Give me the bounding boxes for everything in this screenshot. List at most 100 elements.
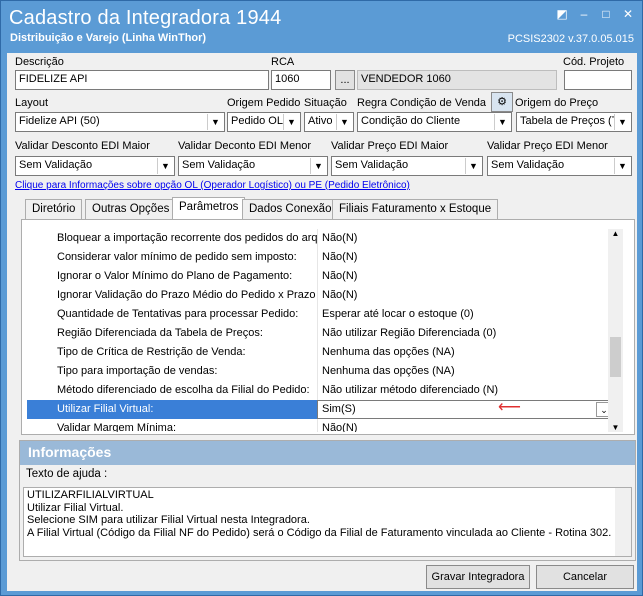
table-row[interactable]: Validar Margem Mínima: Não(N): [27, 419, 614, 432]
situacao-value: Ativo: [308, 115, 333, 127]
origem-pedido-label: Origem Pedido: [227, 97, 301, 109]
chevron-down-icon: ▼: [157, 158, 173, 174]
window-title: Cadastro da Integradora 1944: [9, 7, 282, 29]
chevron-down-icon: ▼: [614, 158, 630, 174]
param-name: Método diferenciado de escolha da Filial…: [57, 384, 310, 396]
table-row[interactable]: Ignorar o Valor Mínimo do Plano de Pagam…: [27, 267, 614, 286]
vp-edi-menor-value: Sem Validação: [491, 159, 565, 171]
vp-edi-maior-select[interactable]: Sem Validação ▼: [331, 156, 483, 176]
config-icon[interactable]: ⚙: [491, 92, 513, 112]
param-name: Quantidade de Tentativas para processar …: [57, 308, 299, 320]
vd-edi-menor-value: Sem Validação: [182, 159, 256, 171]
help-text: UTILIZARFILIALVIRTUAL Utilizar Filial Vi…: [27, 489, 612, 539]
param-value: Sim(S): [322, 403, 356, 415]
window-subtitle: Distribuição e Varejo (Linha WinThor): [10, 32, 207, 44]
param-value: Não(N): [317, 229, 614, 248]
form-body: Descrição FIDELIZE API RCA 1060 ... VEND…: [7, 53, 637, 591]
param-name: Considerar valor mínimo de pedido sem im…: [57, 251, 297, 263]
scroll-down-icon[interactable]: ▼: [608, 423, 623, 432]
situacao-label: Situação: [304, 97, 347, 109]
help-label: Texto de ajuda :: [26, 468, 108, 480]
param-name: Região Diferenciada da Tabela de Preços:: [57, 327, 263, 339]
tab-outras-opcoes[interactable]: Outras Opções: [85, 199, 177, 219]
vp-edi-menor-select[interactable]: Sem Validação ▼: [487, 156, 632, 176]
vd-edi-menor-label: Validar Deconto EDI Menor: [178, 140, 312, 152]
vp-edi-maior-label: Validar Preço EDI Maior: [331, 140, 449, 152]
layout-value: Fidelize API (50): [19, 115, 100, 127]
tab-filiais-faturamento[interactable]: Filiais Faturamento x Estoque: [332, 199, 499, 219]
maximize-button[interactable]: □: [596, 5, 616, 23]
vd-edi-menor-select[interactable]: Sem Validação ▼: [178, 156, 328, 176]
param-value: Esperar até locar o estoque (0): [317, 305, 614, 324]
layout-select[interactable]: Fidelize API (50) ▼: [15, 112, 225, 132]
origem-preco-value: Tabela de Preços (T: [520, 115, 619, 127]
arrow-left-icon: ⟵: [498, 399, 521, 416]
situacao-select[interactable]: Ativo ▼: [304, 112, 354, 132]
cancelar-button[interactable]: Cancelar: [536, 565, 634, 589]
param-value: Não utilizar Região Diferenciada (0): [317, 324, 614, 343]
vp-edi-menor-label: Validar Preço EDI Menor: [487, 140, 608, 152]
vd-edi-maior-label: Validar Desconto EDI Maior: [15, 140, 150, 152]
table-row-selected[interactable]: Utilizar Filial Virtual: Sim(S) ⟵ ⌄: [27, 400, 614, 419]
rca-input[interactable]: 1060: [271, 70, 331, 90]
restore-icon[interactable]: ◩: [552, 5, 572, 23]
title-bar: Cadastro da Integradora 1944 Distribuiçã…: [1, 1, 642, 53]
param-value: Nenhuma das opções (NA): [317, 362, 614, 381]
help-textbox[interactable]: UTILIZARFILIALVIRTUAL Utilizar Filial Vi…: [23, 487, 632, 557]
descricao-input[interactable]: FIDELIZE API: [15, 70, 269, 90]
scroll-thumb[interactable]: [610, 337, 621, 377]
help-scrollbar[interactable]: [615, 488, 631, 556]
version-label: PCSIS2302 v.37.0.05.015: [507, 33, 634, 45]
table-row[interactable]: Tipo para importação de vendas: Nenhuma d…: [27, 362, 614, 381]
param-value: Não(N): [317, 286, 614, 305]
chevron-down-icon: ▼: [336, 114, 352, 130]
tab-dados-conexao[interactable]: Dados Conexão: [242, 199, 339, 219]
param-value: Não(N): [317, 267, 614, 286]
param-name: Tipo para importação de vendas:: [57, 365, 218, 377]
chevron-down-icon: ▼: [207, 114, 223, 130]
info-link[interactable]: Clique para Informações sobre opção OL (…: [15, 180, 410, 191]
param-name: Tipo de Crítica de Restrição de Venda:: [57, 346, 246, 358]
chevron-down-icon: ▼: [614, 114, 630, 130]
cod-projeto-input[interactable]: [564, 70, 632, 90]
close-button[interactable]: ✕: [618, 5, 638, 23]
scroll-up-icon[interactable]: ▲: [608, 229, 623, 238]
rca-name-field: VENDEDOR 1060: [357, 70, 557, 90]
table-row[interactable]: Ignorar Validação do Prazo Médio do Pedi…: [27, 286, 614, 305]
table-row[interactable]: Bloquear a importação recorrente dos ped…: [27, 229, 614, 248]
minimize-button[interactable]: –: [574, 5, 594, 23]
table-row[interactable]: Método diferenciado de escolha da Filial…: [27, 381, 614, 400]
param-name: Bloquear a importação recorrente dos ped…: [57, 232, 317, 244]
origem-preco-label: Origem do Preço: [515, 97, 599, 109]
params-scrollbar[interactable]: ▲ ▼: [608, 229, 623, 432]
layout-label: Layout: [15, 97, 49, 109]
table-row[interactable]: Considerar valor mínimo de pedido sem im…: [27, 248, 614, 267]
descricao-label: Descrição: [15, 56, 64, 68]
info-header: Informações: [20, 441, 635, 465]
cod-projeto-label: Cód. Projeto: [563, 56, 625, 68]
vp-edi-maior-value: Sem Validação: [335, 159, 409, 171]
tab-parametros[interactable]: Parâmetros: [172, 197, 246, 220]
gravar-button[interactable]: Gravar Integradora: [426, 565, 530, 589]
param-name: Utilizar Filial Virtual:: [27, 400, 317, 419]
rca-lookup-button[interactable]: ...: [335, 70, 355, 90]
table-row[interactable]: Quantidade de Tentativas para processar …: [27, 305, 614, 324]
table-row[interactable]: Região Diferenciada da Tabela de Preços:…: [27, 324, 614, 343]
tab-diretorio[interactable]: Diretório: [25, 199, 83, 219]
chevron-down-icon: ▼: [465, 158, 481, 174]
table-row[interactable]: Tipo de Crítica de Restrição de Venda: Ne…: [27, 343, 614, 362]
regra-select[interactable]: Condição do Cliente ▼: [357, 112, 512, 132]
regra-value: Condição do Cliente: [361, 115, 461, 127]
param-name: Ignorar Validação do Prazo Médio do Pedi…: [57, 289, 317, 301]
regra-label: Regra Condição de Venda: [357, 97, 487, 109]
param-value-select[interactable]: Sim(S) ⟵ ⌄: [317, 400, 614, 419]
window: Cadastro da Integradora 1944 Distribuiçã…: [0, 0, 643, 596]
param-value: Não(N): [317, 248, 614, 267]
params-grid: Bloquear a importação recorrente dos ped…: [27, 229, 614, 432]
vd-edi-maior-select[interactable]: Sem Validação ▼: [15, 156, 175, 176]
origem-preco-select[interactable]: Tabela de Preços (T ▼: [516, 112, 632, 132]
chevron-down-icon: ▼: [310, 158, 326, 174]
origem-pedido-select[interactable]: Pedido OL ▼: [227, 112, 301, 132]
vd-edi-maior-value: Sem Validação: [19, 159, 93, 171]
param-value: Nenhuma das opções (NA): [317, 343, 614, 362]
